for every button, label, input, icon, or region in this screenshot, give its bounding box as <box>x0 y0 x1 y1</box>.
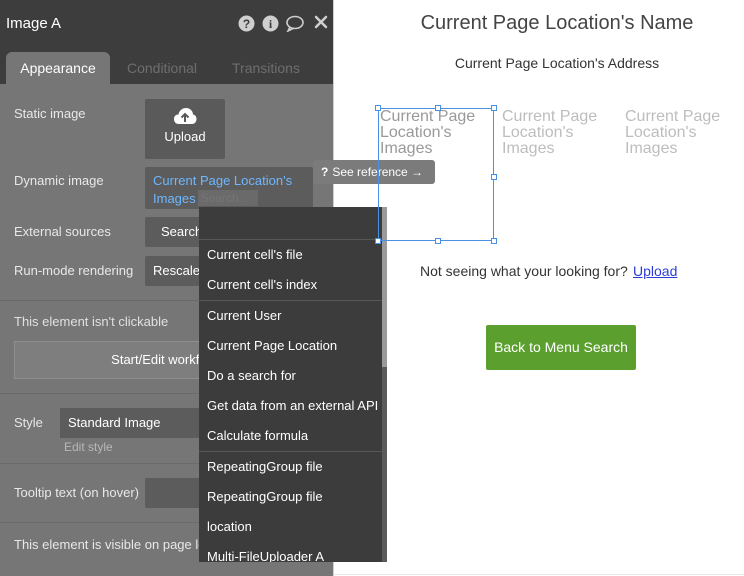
question-icon: ? <box>321 165 329 179</box>
resize-handle[interactable] <box>375 238 381 244</box>
dropdown-item[interactable]: location <box>207 512 252 542</box>
page-location-address: Current Page Location's Address <box>454 55 660 71</box>
style-label: Style <box>14 415 43 430</box>
dropdown-item[interactable]: Current Page Location <box>207 331 337 361</box>
dropdown-item[interactable]: Calculate formula <box>207 421 308 451</box>
help-icon[interactable]: ? <box>238 15 255 32</box>
dropdown-item[interactable]: Current User <box>207 301 281 331</box>
panel-title: Image A <box>6 15 62 32</box>
resize-handle[interactable] <box>435 105 441 111</box>
image-placeholder[interactable]: Current Page Location's Images <box>625 109 741 157</box>
image-placeholder[interactable]: Current Page Location's Images <box>502 109 618 157</box>
tooltip-label: Tooltip text (on hover) <box>14 485 140 500</box>
resize-handle[interactable] <box>491 174 497 180</box>
static-image-label: Static image <box>14 106 86 121</box>
back-to-menu-search-button[interactable]: Back to Menu Search <box>486 325 636 370</box>
upload-label: Upload <box>164 129 206 144</box>
divider <box>333 574 744 575</box>
image-selection-box[interactable] <box>378 108 494 241</box>
cloud-upload-icon <box>174 108 197 124</box>
close-icon[interactable] <box>312 15 329 32</box>
comment-icon[interactable] <box>286 15 304 33</box>
expression-dropdown: Current cell's file Current cell's index… <box>199 207 387 562</box>
dynamic-image-label: Dynamic image <box>14 173 104 188</box>
page-location-name: Current Page Location's Name <box>420 12 694 34</box>
dropdown-scrollbar[interactable] <box>382 207 387 562</box>
info-icon[interactable]: i <box>262 15 279 32</box>
dropdown-item[interactable]: RepeatingGroup file <box>207 482 323 512</box>
resize-handle[interactable] <box>435 238 441 244</box>
external-sources-label: External sources <box>14 224 111 239</box>
external-sources-search-button[interactable]: Search <box>145 217 205 247</box>
resize-handle[interactable] <box>375 105 381 111</box>
expression-search-input[interactable] <box>197 190 258 206</box>
run-mode-select[interactable]: Rescale <box>145 256 205 286</box>
dropdown-item[interactable]: Current cell's file <box>207 240 303 270</box>
resize-handle[interactable] <box>491 105 497 111</box>
edit-style-link[interactable]: Edit style <box>64 440 113 454</box>
dropdown-item[interactable]: Current cell's index <box>207 270 317 300</box>
panel-header: Image A ? i <box>0 0 333 46</box>
tab-appearance[interactable]: Appearance <box>6 52 110 84</box>
tabs-bar: Appearance Conditional Transitions <box>0 46 333 84</box>
upload-link[interactable]: Upload <box>633 263 677 279</box>
not-clickable-text: This element isn't clickable <box>14 314 169 329</box>
dropdown-item[interactable]: Do a search for <box>207 361 296 391</box>
svg-text:?: ? <box>243 17 250 31</box>
dynamic-expression-container: Current Page Location's Images <box>153 172 303 208</box>
dropdown-item[interactable]: Get data from an external API <box>207 391 378 421</box>
tab-transitions[interactable]: Transitions <box>216 52 316 84</box>
dynamic-image-field[interactable]: Current Page Location's Images <box>145 167 313 209</box>
tab-conditional[interactable]: Conditional <box>112 52 212 84</box>
not-seeing-text: Not seeing what your looking for? <box>420 263 628 279</box>
run-mode-label: Run-mode rendering <box>14 263 134 278</box>
dropdown-item[interactable]: Multi-FileUploader A <box>207 542 324 562</box>
visible-on-load-text: This element is visible on page load <box>14 537 220 552</box>
dropdown-item[interactable]: RepeatingGroup file <box>207 452 323 482</box>
upload-button[interactable]: Upload <box>145 99 225 159</box>
resize-handle[interactable] <box>491 238 497 244</box>
